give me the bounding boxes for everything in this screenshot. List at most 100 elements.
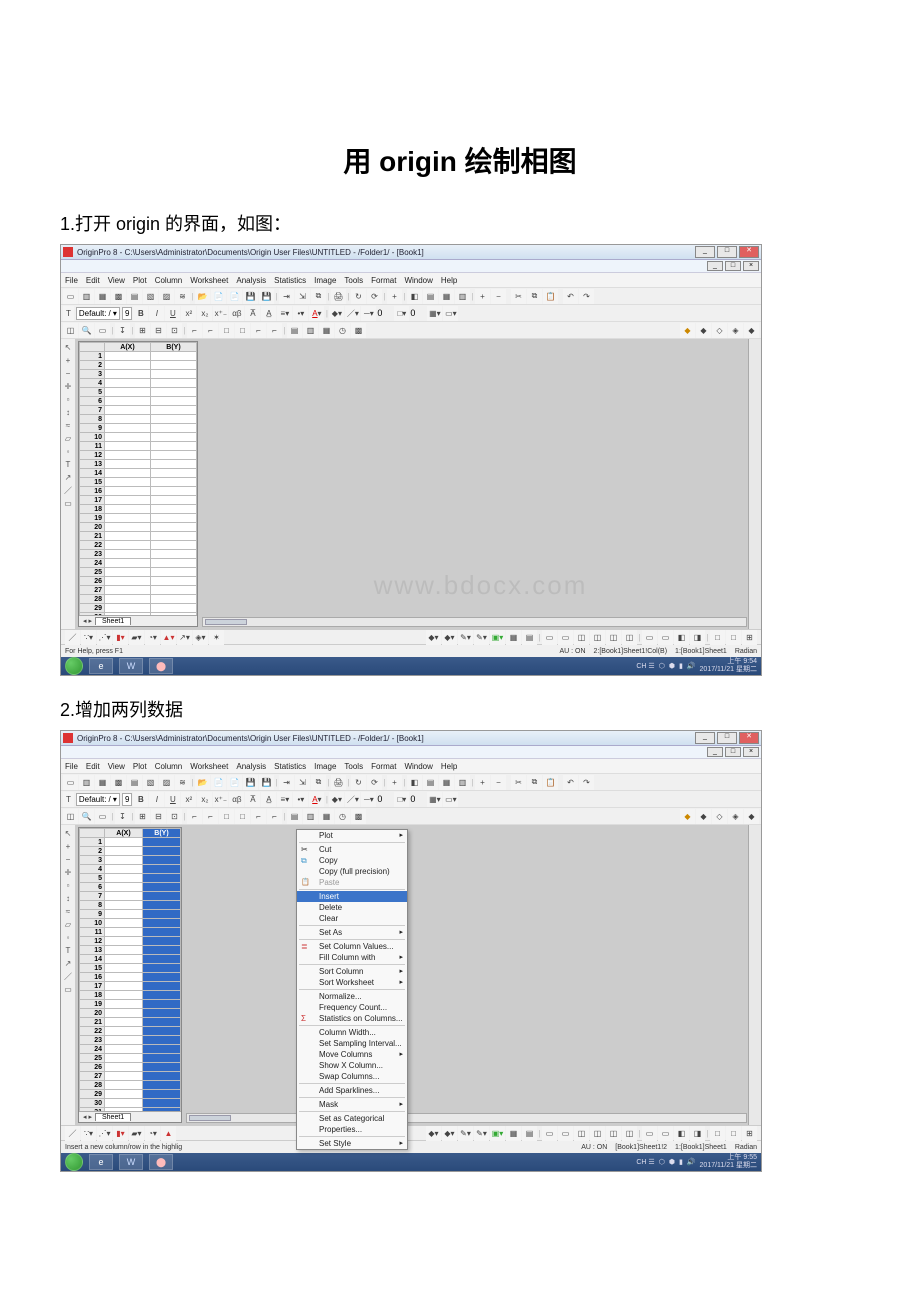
zoom-out-icon[interactable]: − bbox=[491, 775, 506, 790]
l6-icon[interactable]: ⌐ bbox=[267, 323, 282, 338]
menu-plot[interactable]: Plot bbox=[297, 830, 407, 841]
row-header[interactable]: 10 bbox=[80, 919, 105, 928]
new-project-icon[interactable]: ▭ bbox=[63, 289, 78, 304]
cell[interactable] bbox=[105, 388, 151, 397]
marker-button[interactable]: □▾ bbox=[394, 306, 409, 321]
decrease-font-button[interactable]: A̲ bbox=[261, 306, 276, 321]
row-header[interactable]: 8 bbox=[80, 415, 105, 424]
worksheet-grid[interactable]: A(X) B(Y) 123456789101112131415161718192… bbox=[79, 342, 197, 615]
grid-icon[interactable]: ⊞ bbox=[135, 323, 150, 338]
m1-icon[interactable]: ◆▾ bbox=[426, 1126, 441, 1141]
cell[interactable] bbox=[105, 928, 143, 937]
m7-icon[interactable]: ▤ bbox=[522, 1126, 537, 1141]
save-icon[interactable]: 💾 bbox=[243, 289, 258, 304]
row-header[interactable]: 24 bbox=[80, 1045, 105, 1054]
zoom-in-icon[interactable]: + bbox=[475, 775, 490, 790]
line-color-button[interactable]: ／▾ bbox=[345, 792, 360, 807]
menu-column[interactable]: Column bbox=[155, 276, 183, 285]
superscript-button[interactable]: x² bbox=[181, 792, 196, 807]
l1-icon[interactable]: ⌐ bbox=[187, 809, 202, 824]
new-workbook-icon[interactable]: ▥ bbox=[79, 289, 94, 304]
row-header[interactable]: 21 bbox=[80, 1018, 105, 1027]
results-log-icon[interactable]: ▤ bbox=[423, 775, 438, 790]
menu-sort-ws[interactable]: Sort Worksheet bbox=[297, 977, 407, 988]
supersub-button[interactable]: x⁺₋ bbox=[213, 306, 228, 321]
g1-icon[interactable]: ▭ bbox=[542, 630, 557, 645]
col-icon2[interactable]: ▥ bbox=[303, 323, 318, 338]
new-function-icon[interactable]: ≋ bbox=[175, 775, 190, 790]
line-style-button[interactable]: ─▾ bbox=[361, 792, 376, 807]
h3-icon[interactable]: ◧ bbox=[674, 1126, 689, 1141]
scatter-plot-icon[interactable]: ∵▾ bbox=[81, 630, 96, 645]
cell[interactable] bbox=[143, 1027, 181, 1036]
col-icon1[interactable]: ▤ bbox=[287, 323, 302, 338]
g6-icon[interactable]: ◫ bbox=[622, 1126, 637, 1141]
corner-header[interactable] bbox=[80, 343, 105, 352]
row-header[interactable]: 1 bbox=[80, 352, 105, 361]
maximize-button[interactable]: □ bbox=[717, 732, 737, 744]
row-header[interactable]: 3 bbox=[80, 370, 105, 379]
cell[interactable] bbox=[105, 433, 151, 442]
scatter-plot-icon[interactable]: ∵▾ bbox=[81, 1126, 96, 1141]
palette-button[interactable]: ▭▾ bbox=[443, 792, 458, 807]
cell[interactable] bbox=[143, 901, 181, 910]
zoom-icon[interactable]: 🔍 bbox=[79, 809, 94, 824]
new-function-icon[interactable]: ≋ bbox=[175, 289, 190, 304]
minimize-button[interactable]: _ bbox=[695, 732, 715, 744]
menu-set-as[interactable]: Set As bbox=[297, 927, 407, 938]
col-icon3[interactable]: ▦ bbox=[319, 809, 334, 824]
new-project-icon[interactable]: ▭ bbox=[63, 775, 78, 790]
cell[interactable] bbox=[105, 568, 151, 577]
col-header-b[interactable]: B(Y) bbox=[151, 343, 197, 352]
row-header[interactable]: 19 bbox=[80, 514, 105, 523]
mask-range-icon[interactable]: ◆ bbox=[696, 323, 711, 338]
line-color-button[interactable]: ／▾ bbox=[345, 306, 360, 321]
m6-icon[interactable]: ▦ bbox=[506, 630, 521, 645]
m4-icon[interactable]: ✎▾ bbox=[474, 630, 489, 645]
doc-minimize-button[interactable]: _ bbox=[707, 261, 723, 271]
doc-close-button[interactable]: × bbox=[743, 747, 759, 757]
menu-set-style[interactable]: Set Style bbox=[297, 1138, 407, 1149]
cell[interactable] bbox=[105, 1054, 143, 1063]
row-header[interactable]: 7 bbox=[80, 892, 105, 901]
sheet-nav-arrows[interactable]: ◂ ▸ bbox=[83, 617, 92, 625]
area-plot-icon[interactable]: ▰▾ bbox=[129, 1126, 144, 1141]
open-icon[interactable]: 📂 bbox=[195, 775, 210, 790]
mask-points-icon[interactable]: ◆ bbox=[680, 809, 695, 824]
undo-icon[interactable]: ↶ bbox=[563, 775, 578, 790]
cell[interactable] bbox=[105, 595, 151, 604]
arrow-tool-icon[interactable]: ↗ bbox=[63, 473, 73, 483]
row-header[interactable]: 5 bbox=[80, 874, 105, 883]
cell[interactable] bbox=[143, 964, 181, 973]
cell[interactable] bbox=[105, 559, 151, 568]
row-header[interactable]: 9 bbox=[80, 910, 105, 919]
row-header[interactable]: 29 bbox=[80, 604, 105, 613]
zoom-out-tool-icon[interactable]: − bbox=[63, 855, 73, 865]
pointer-tool-icon[interactable]: ↖ bbox=[63, 343, 73, 353]
rescale-icon[interactable]: ▭ bbox=[95, 809, 110, 824]
row-header[interactable]: 2 bbox=[80, 361, 105, 370]
menu-window[interactable]: Window bbox=[404, 276, 432, 285]
cell[interactable] bbox=[143, 1090, 181, 1099]
menu-analysis[interactable]: Analysis bbox=[236, 762, 266, 771]
tray-network-icon[interactable]: ▮ bbox=[679, 662, 683, 670]
row-header[interactable]: 30 bbox=[80, 1099, 105, 1108]
row-header[interactable]: 18 bbox=[80, 505, 105, 514]
row-header[interactable]: 15 bbox=[80, 964, 105, 973]
row-header[interactable]: 3 bbox=[80, 856, 105, 865]
cell[interactable] bbox=[151, 424, 197, 433]
grid2-icon[interactable]: ⊟ bbox=[151, 323, 166, 338]
mask-range-icon[interactable]: ◆ bbox=[696, 809, 711, 824]
row-header[interactable]: 25 bbox=[80, 568, 105, 577]
cell[interactable] bbox=[151, 505, 197, 514]
menu-props[interactable]: Properties... bbox=[297, 1124, 407, 1135]
cell[interactable] bbox=[105, 460, 151, 469]
bold-button[interactable]: B bbox=[133, 306, 148, 321]
menu-image[interactable]: Image bbox=[314, 276, 336, 285]
cell[interactable] bbox=[151, 478, 197, 487]
cell[interactable] bbox=[105, 964, 143, 973]
pointer-tool-icon[interactable]: ↖ bbox=[63, 829, 73, 839]
open-excel-icon[interactable]: 📄 bbox=[227, 775, 242, 790]
row-header[interactable]: 20 bbox=[80, 523, 105, 532]
menu-tools[interactable]: Tools bbox=[344, 276, 363, 285]
